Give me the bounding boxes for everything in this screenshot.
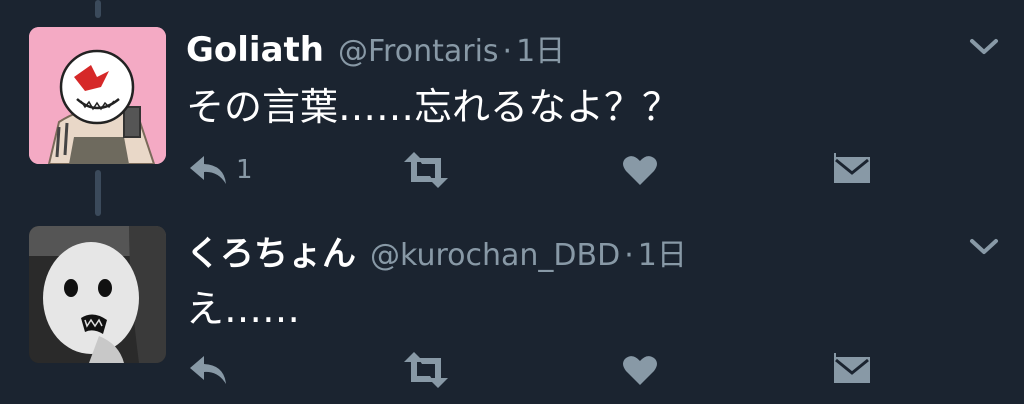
- reply-icon: [188, 353, 228, 387]
- retweet-button[interactable]: [402, 350, 450, 390]
- chevron-down-icon[interactable]: [968, 236, 1000, 258]
- retweet-icon: [402, 152, 450, 188]
- timestamp[interactable]: 1日: [516, 26, 565, 70]
- user-handle[interactable]: @Frontaris: [338, 34, 499, 69]
- tweet-header: くろちょん @kurochan_DBD · 1日: [186, 226, 687, 274]
- tweet-actions: 1: [186, 150, 886, 190]
- dm-button[interactable]: [834, 350, 870, 390]
- retweet-icon: [402, 352, 450, 388]
- reply-button[interactable]: [188, 350, 228, 390]
- tweet-actions: [186, 350, 886, 390]
- like-button[interactable]: [622, 350, 658, 390]
- timestamp[interactable]: 1日: [638, 230, 687, 274]
- avatar-illustration: [29, 226, 166, 363]
- tweet-1[interactable]: Goliath @Frontaris · 1日 その言葉……忘れるなよ？？ 1: [0, 0, 1024, 200]
- tweet-header: Goliath @Frontaris · 1日: [186, 26, 565, 70]
- like-button[interactable]: [622, 150, 658, 190]
- display-name[interactable]: Goliath: [186, 30, 324, 70]
- retweet-button[interactable]: [402, 150, 450, 190]
- dm-icon: [834, 353, 870, 387]
- separator-dot: ·: [624, 238, 634, 273]
- tweet-text: その言葉……忘れるなよ？？: [186, 85, 681, 129]
- tweet-text: え……: [186, 287, 301, 331]
- dm-icon: [834, 153, 870, 187]
- reply-icon: [188, 153, 228, 187]
- display-name[interactable]: くろちょん: [186, 226, 356, 275]
- reply-button[interactable]: 1: [188, 150, 253, 190]
- avatar[interactable]: [29, 226, 166, 363]
- reply-count: 1: [236, 155, 253, 185]
- chevron-down-icon[interactable]: [968, 36, 1000, 58]
- like-icon: [622, 154, 658, 186]
- user-handle[interactable]: @kurochan_DBD: [370, 238, 620, 273]
- dm-button[interactable]: [834, 150, 870, 190]
- separator-dot: ·: [502, 34, 513, 69]
- like-icon: [622, 354, 658, 386]
- tweet-2[interactable]: くろちょん @kurochan_DBD · 1日 え……: [0, 200, 1024, 404]
- avatar-illustration: [29, 27, 166, 164]
- avatar[interactable]: [29, 27, 166, 164]
